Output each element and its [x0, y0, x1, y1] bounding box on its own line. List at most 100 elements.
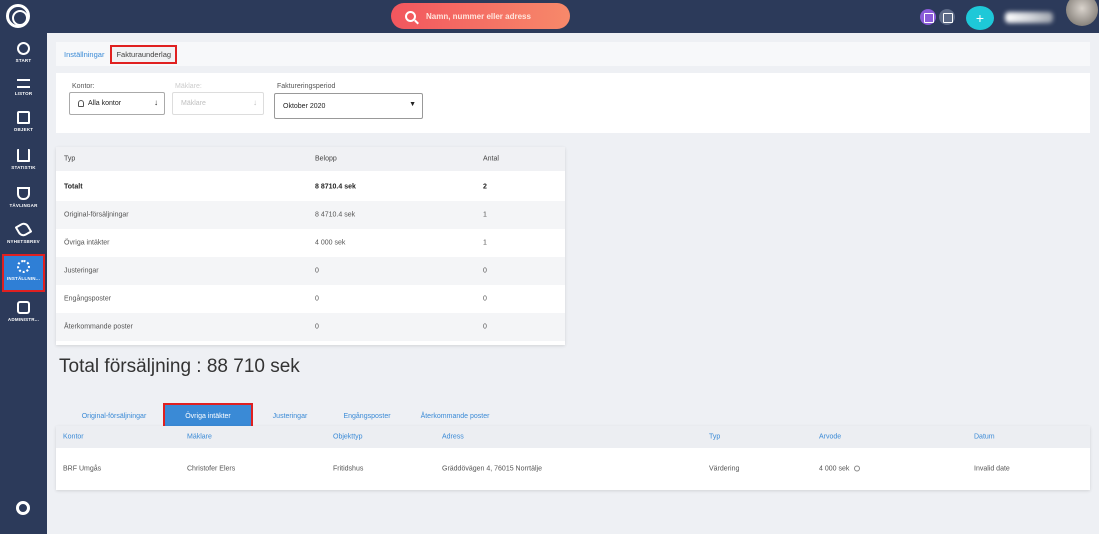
row-count: 0: [483, 323, 487, 331]
sidebar-item-objekt[interactable]: OBJEKT: [4, 107, 43, 141]
sort-arrow-icon: ↓: [253, 98, 257, 107]
filter-panel: Kontor: Alla kontor ↓ Mäklare: Mäklare ↓…: [56, 73, 1090, 133]
sidebar-item-label: INSTÄLLNIN...: [6, 276, 41, 281]
broker-value: Mäklare: [181, 100, 206, 107]
office-select[interactable]: Alla kontor ↓: [69, 92, 165, 115]
row-amount: 8 4710.4 sek: [315, 211, 356, 219]
summary-table: Typ Belopp Antal Totalt 8 8710.4 sek 2 O…: [56, 147, 565, 345]
chevron-down-icon: ▼: [409, 101, 416, 108]
sidebar-item-label: START: [15, 58, 32, 63]
header-broker[interactable]: Mäklare: [187, 434, 212, 441]
sort-arrow-icon: ↓: [154, 98, 158, 107]
user-name-blurred[interactable]: [1005, 12, 1053, 23]
sidebar-item-start[interactable]: START: [4, 38, 43, 72]
table-row: BRF Umgås Christofer Elers Fritidshus Gr…: [56, 454, 1090, 484]
tab-one-time-items[interactable]: Engångsposter: [333, 405, 401, 427]
row-type: Original-försäljningar: [64, 211, 129, 219]
help-icon[interactable]: [16, 501, 30, 515]
cell-fee: 4 000 sek: [819, 465, 861, 473]
header-amount: Belopp: [315, 155, 337, 163]
sidebar-item-administration[interactable]: ADMINISTR...: [4, 297, 43, 331]
row-amount: 0: [315, 323, 319, 331]
cell-object-type: Fritidshus: [333, 465, 364, 473]
row-count: 0: [483, 267, 487, 275]
row-count: 1: [483, 239, 487, 247]
row-type: Justeringar: [64, 267, 99, 275]
table-row: Justeringar 0 0: [56, 257, 565, 285]
header-date[interactable]: Datum: [974, 434, 995, 441]
sidebar-item-listor[interactable]: LISTOR: [4, 73, 43, 107]
broker-select[interactable]: Mäklare ↓: [172, 92, 264, 115]
cell-address: Gräddövägen 4, 76015 Norrtälje: [442, 465, 543, 473]
row-type: Totalt: [64, 183, 83, 191]
tab-adjustments[interactable]: Justeringar: [262, 405, 318, 427]
header-type[interactable]: Typ: [709, 434, 720, 441]
sidebar-item-installningar[interactable]: INSTÄLLNIN...: [2, 254, 45, 292]
table-row: Original-försäljningar 8 4710.4 sek 1: [56, 201, 565, 229]
detail-table: Kontor Mäklare Objekttyp Adress Typ Arvo…: [56, 426, 1090, 490]
breadcrumb-parent[interactable]: Inställningar: [64, 50, 104, 59]
row-type: Övriga intäkter: [64, 239, 110, 247]
sidebar-item-label: TÄVLINGAR: [9, 203, 38, 208]
sidebar-item-label: LISTOR: [14, 91, 33, 96]
row-count: 1: [483, 211, 487, 219]
total-sales-heading: Total försäljning : 88 710 sek: [59, 356, 300, 377]
search-bar[interactable]: [391, 3, 570, 29]
home-icon: [17, 111, 30, 124]
send-icon: [14, 220, 33, 239]
table-row: Återkommande poster 0 0: [56, 313, 565, 341]
period-value: Oktober 2020: [283, 102, 326, 110]
tab-original-sales[interactable]: Original-försäljningar: [68, 405, 160, 427]
sidebar: START LISTOR OBJEKT STATISTIK TÄVLINGAR …: [0, 33, 47, 534]
cell-type: Värdering: [709, 465, 740, 473]
row-count: 0: [483, 295, 487, 303]
lock-icon: [17, 301, 30, 314]
office-label: Kontor:: [72, 83, 95, 90]
row-amount: 0: [315, 267, 319, 275]
breadcrumb-current: Fakturaunderlag: [110, 44, 178, 64]
table-row-total: Totalt 8 8710.4 sek 2: [56, 173, 565, 201]
cell-date: Invalid date: [974, 465, 1010, 473]
row-amount: 4 000 sek: [315, 239, 346, 247]
row-type: Återkommande poster: [64, 323, 133, 331]
broker-label: Mäklare:: [175, 83, 202, 90]
header-object-type[interactable]: Objekttyp: [333, 434, 363, 441]
top-bar: +: [0, 0, 1099, 33]
sidebar-item-label: OBJEKT: [13, 127, 34, 132]
row-amount: 8 8710.4 sek: [315, 183, 356, 191]
header-address[interactable]: Adress: [442, 434, 464, 441]
tab-recurring-items[interactable]: Återkommande poster: [412, 405, 498, 427]
table-row: Övriga intäkter 4 000 sek 1: [56, 229, 565, 257]
table-row: Engångsposter 0 0: [56, 285, 565, 313]
header-type: Typ: [64, 155, 76, 163]
search-input[interactable]: [426, 11, 556, 21]
period-label: Faktureringsperiod: [277, 83, 336, 90]
gift-icon[interactable]: [920, 9, 936, 25]
user-icon: [78, 100, 84, 107]
sidebar-item-nyhetsbrev[interactable]: NYHETSBREV: [4, 219, 43, 253]
row-count: 2: [483, 183, 487, 191]
office-value: Alla kontor: [88, 100, 122, 107]
logo-icon[interactable]: [6, 4, 30, 28]
trophy-icon: [17, 187, 30, 200]
cell-broker: Christofer Elers: [187, 465, 236, 473]
gauge-icon: [17, 42, 30, 55]
calendar-icon[interactable]: [939, 9, 955, 25]
avatar[interactable]: [1066, 0, 1098, 26]
sidebar-item-tavlingar[interactable]: TÄVLINGAR: [4, 183, 43, 217]
zoom-icon[interactable]: [854, 465, 861, 472]
add-button[interactable]: +: [966, 6, 994, 30]
sidebar-item-statistik[interactable]: STATISTIK: [4, 145, 43, 179]
sidebar-item-label: STATISTIK: [11, 165, 36, 170]
search-icon: [405, 10, 416, 22]
table-header: Typ Belopp Antal: [56, 147, 565, 171]
header-office[interactable]: Kontor: [63, 434, 84, 441]
breadcrumb: Inställningar Fakturaunderlag: [56, 42, 1090, 66]
bar-chart-icon: [17, 149, 30, 162]
tab-other-income[interactable]: Övriga intäkter: [163, 403, 253, 429]
header-fee[interactable]: Arvode: [819, 434, 841, 441]
gear-icon: [17, 260, 30, 273]
fee-value: 4 000 sek: [819, 465, 850, 473]
cell-office: BRF Umgås: [63, 465, 102, 473]
period-select[interactable]: Oktober 2020 ▼: [274, 93, 423, 119]
